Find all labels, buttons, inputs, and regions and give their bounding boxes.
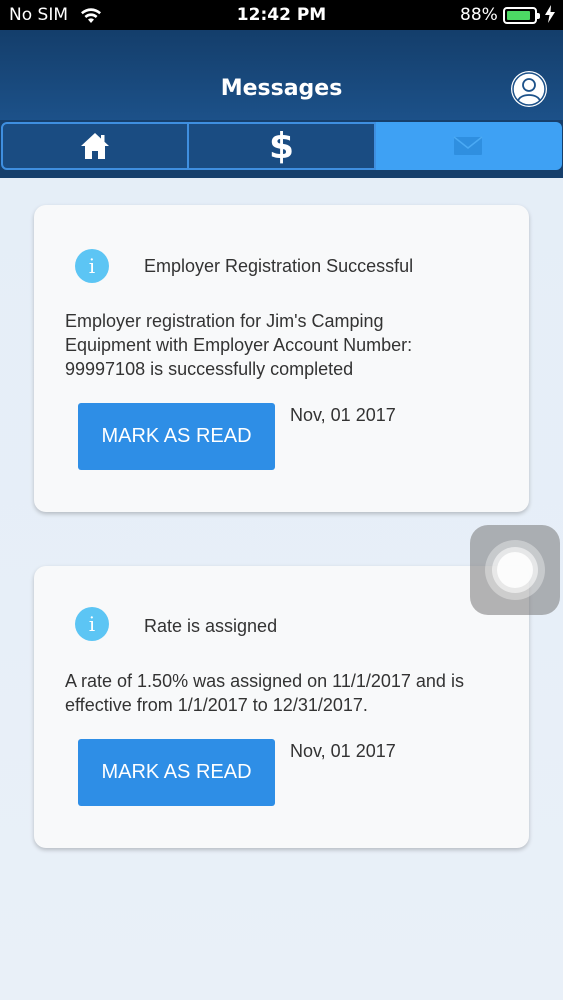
battery-percent: 88%: [460, 5, 498, 25]
message-body: Employer registration for Jim's Camping …: [65, 309, 510, 381]
bolt-icon: [545, 5, 555, 23]
home-icon: [81, 133, 110, 159]
message-date: Nov, 01 2017: [290, 741, 396, 761]
message-body-line: Equipment with Employer Account Number:: [65, 335, 413, 355]
message-body: A rate of 1.50% was assigned on 11/1/201…: [65, 669, 510, 717]
assistive-touch-button[interactable]: [470, 525, 560, 615]
mark-as-read-button[interactable]: MARK AS READ: [78, 739, 275, 806]
tab-messages[interactable]: [375, 122, 562, 170]
assistive-center: [497, 552, 533, 588]
message-body-line: 99997108 is successfully completed: [65, 359, 354, 379]
info-icon: i: [75, 607, 109, 641]
info-icon: i: [75, 249, 109, 283]
message-card: i Rate is assigned A rate of 1.50% was a…: [34, 566, 529, 848]
status-bar: No SIM 12:42 PM 88%: [0, 0, 563, 30]
tab-payments[interactable]: $: [189, 122, 376, 170]
tab-bar: $: [0, 120, 563, 178]
user-circle-icon[interactable]: [510, 70, 548, 108]
message-body-line: A rate of 1.50% was assigned on 11/1/201…: [65, 671, 464, 691]
message-title: Employer Registration Successful: [144, 256, 414, 276]
mark-as-read-button[interactable]: MARK AS READ: [78, 403, 275, 470]
message-title: Rate is assigned: [144, 616, 278, 636]
dollar-icon: $: [268, 125, 295, 167]
message-body-line: effective from 1/1/2017 to 12/31/2017.: [65, 695, 368, 715]
message-date: Nov, 01 2017: [290, 405, 396, 425]
message-card: i Employer Registration Successful Emplo…: [34, 205, 529, 512]
battery-fill: [507, 11, 530, 20]
message-body-line: Employer registration for Jim's Camping: [65, 311, 384, 331]
envelope-icon: [453, 136, 483, 155]
app-header: Messages: [0, 30, 563, 120]
page-title: Messages: [220, 76, 343, 101]
tab-home[interactable]: [1, 122, 190, 170]
battery-icon: [503, 7, 540, 24]
